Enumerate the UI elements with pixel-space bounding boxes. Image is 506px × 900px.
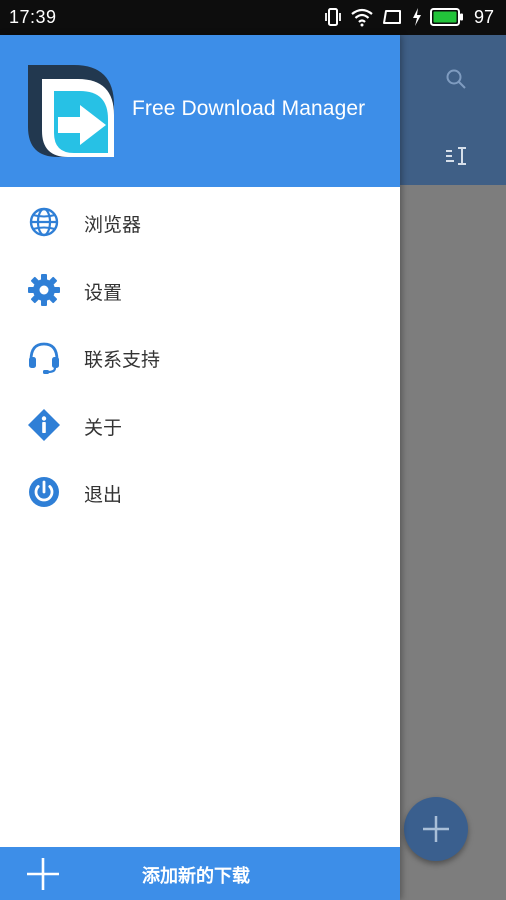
- plus-icon: [27, 858, 59, 890]
- menu-item-about[interactable]: 关于: [0, 390, 400, 458]
- background-app-header: [400, 35, 506, 185]
- sort-icon[interactable]: [444, 145, 470, 167]
- drawer-menu: 浏览器 设置 联系支持 关于 退出: [0, 187, 400, 525]
- menu-item-label: 退出: [84, 484, 123, 506]
- add-new-download-button[interactable]: 添加新的下载: [0, 847, 400, 900]
- menu-item-label: 浏览器: [84, 214, 142, 236]
- info-icon: [28, 408, 60, 441]
- menu-item-browser[interactable]: 浏览器: [0, 187, 400, 255]
- vibrate-icon: [325, 8, 341, 26]
- status-bar: 17:39 97: [0, 0, 506, 35]
- status-time: 17:39: [9, 7, 57, 27]
- battery-icon: [429, 8, 463, 26]
- menu-item-label: 联系支持: [84, 349, 161, 371]
- charging-icon: [412, 8, 421, 26]
- globe-icon: [29, 207, 59, 237]
- menu-item-exit[interactable]: 退出: [0, 457, 400, 525]
- add-new-download-label: 添加新的下载: [142, 866, 250, 887]
- battery-level: 97: [473, 6, 494, 27]
- headset-icon: [29, 342, 59, 374]
- menu-item-label: 关于: [84, 416, 123, 439]
- wifi-icon: [351, 8, 373, 27]
- menu-item-contact-support[interactable]: 联系支持: [0, 322, 400, 390]
- gear-icon: [28, 273, 60, 306]
- fab-add-button[interactable]: [404, 797, 468, 861]
- status-icons: 97: [324, 6, 494, 28]
- menu-item-settings[interactable]: 设置: [0, 255, 400, 323]
- plus-icon: [423, 816, 449, 842]
- app-title: Free Download Manager: [132, 97, 366, 120]
- fdm-logo-icon: [28, 65, 114, 157]
- drawer-header: Free Download Manager: [0, 35, 400, 187]
- menu-item-label: 设置: [84, 281, 123, 304]
- navigation-drawer: Free Download Manager 浏览器 设置 联系支持 关于 退出 …: [0, 35, 400, 900]
- power-icon: [29, 477, 59, 507]
- screen-rotate-icon: [382, 10, 401, 24]
- background-app[interactable]: [400, 35, 506, 900]
- search-icon[interactable]: [445, 68, 467, 90]
